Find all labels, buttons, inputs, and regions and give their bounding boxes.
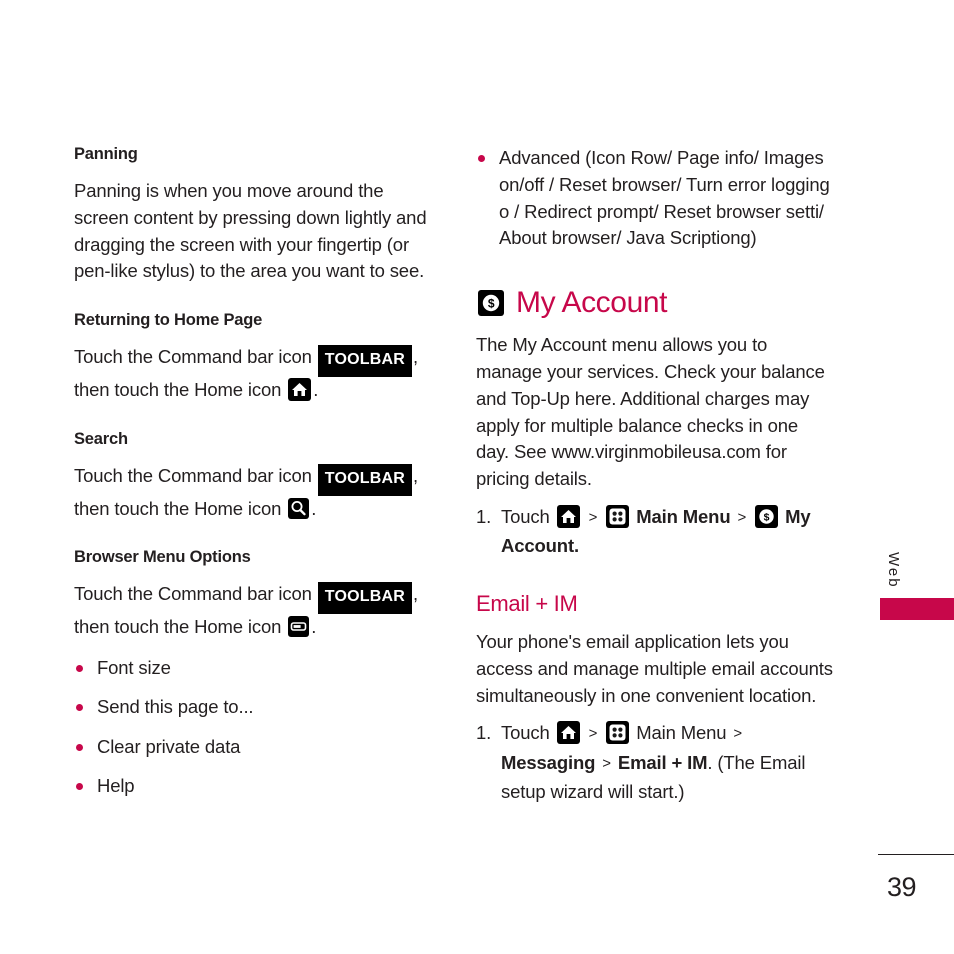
- panning-heading: Panning: [74, 145, 138, 163]
- list-item: Clear private data: [74, 734, 436, 761]
- svg-text:$: $: [764, 512, 770, 524]
- panning-body: Panning is when you move around the scre…: [74, 180, 427, 282]
- home-icon[interactable]: [288, 377, 312, 401]
- list-item: 1. Touch > Main Menu > $ My Account.: [476, 503, 836, 561]
- instruction-tail: .: [311, 497, 317, 519]
- home-icon[interactable]: [556, 504, 580, 528]
- section-search: Search Touch the Command bar icon TOOLBA…: [74, 430, 436, 523]
- step-separator: >: [602, 754, 611, 772]
- search-body: Touch the Command bar icon TOOLBAR, then…: [74, 463, 436, 523]
- my-account-body: The My Account menu allows you to manage…: [476, 334, 825, 490]
- list-item-label: Help: [97, 775, 135, 797]
- my-account-heading-label: My Account: [516, 286, 668, 320]
- section-tab-bar: [880, 598, 954, 620]
- returning-home-body: Touch the Command bar icon TOOLBAR, then…: [74, 344, 436, 404]
- instruction-lead: Touch the Command bar icon: [74, 346, 312, 368]
- main-menu-icon[interactable]: [606, 504, 630, 528]
- home-icon[interactable]: [556, 721, 580, 745]
- right-column: Advanced (Icon Row/ Page info/ Images on…: [476, 145, 836, 807]
- toolbar-chip[interactable]: TOOLBAR: [317, 463, 412, 496]
- email-im-steps: 1. Touch > Main Menu > Messaging > Email …: [476, 719, 836, 807]
- instruction-tail: .: [313, 378, 319, 400]
- browser-menu-icon[interactable]: [288, 616, 310, 638]
- list-item: Advanced (Icon Row/ Page info/ Images on…: [476, 145, 836, 252]
- list-item-label: Font size: [97, 656, 171, 678]
- instruction-tail: .: [311, 616, 317, 638]
- list-item: Help: [74, 773, 436, 800]
- step-number: 1.: [476, 505, 492, 527]
- section-tab-label: Web: [885, 552, 902, 589]
- step-separator: >: [588, 725, 598, 743]
- dollar-coin-icon: $: [478, 290, 504, 317]
- section-returning-to-home-page: Returning to Home Page Touch the Command…: [74, 311, 436, 404]
- section-my-account: $ My Account The My Account menu allows …: [476, 286, 836, 561]
- bullet-dot-icon: [76, 704, 83, 712]
- advanced-bullet-label: Advanced (Icon Row/ Page info/ Images on…: [499, 147, 830, 249]
- step-text: Main Menu: [636, 722, 727, 744]
- browser-menu-heading: Browser Menu Options: [74, 548, 251, 567]
- page-number: 39: [886, 872, 917, 902]
- dollar-coin-icon[interactable]: $: [755, 504, 779, 528]
- step-bold-text: Messaging: [501, 751, 596, 773]
- step-separator: >: [733, 725, 743, 743]
- search-icon[interactable]: [288, 497, 310, 519]
- svg-text:$: $: [488, 297, 495, 311]
- search-heading: Search: [74, 429, 128, 448]
- my-account-steps: 1. Touch > Main Menu > $ My Account.: [476, 503, 836, 561]
- my-account-heading: $ My Account: [476, 286, 836, 320]
- step-separator: >: [588, 508, 598, 526]
- browser-menu-body: Touch the Command bar icon TOOLBAR, then…: [74, 581, 436, 641]
- footer-divider: [878, 854, 954, 855]
- bullet-dot-icon: [76, 743, 83, 751]
- section-email-im: Email + IM Your phone's email applicatio…: [476, 591, 836, 807]
- step-bold-text: Email + IM: [617, 751, 708, 773]
- email-im-heading: Email + IM: [476, 590, 578, 616]
- list-item: 1. Touch > Main Menu > Messaging > Email …: [476, 719, 836, 807]
- section-browser-menu-options: Browser Menu Options Touch the Command b…: [74, 548, 436, 800]
- bullet-dot-icon: [76, 664, 83, 672]
- step-text: Touch: [501, 505, 550, 527]
- instruction-lead: Touch the Command bar icon: [74, 583, 312, 605]
- list-item: Font size: [74, 655, 436, 682]
- toolbar-chip[interactable]: TOOLBAR: [317, 345, 412, 377]
- bullet-dot-icon: [76, 783, 83, 791]
- step-number: 1.: [476, 722, 492, 744]
- manual-page: Panning Panning is when you move around …: [0, 0, 954, 954]
- bullet-dot-icon: [478, 155, 485, 162]
- list-item-label: Clear private data: [97, 735, 241, 757]
- email-im-body: Your phone's email application lets you …: [476, 630, 833, 706]
- main-menu-icon[interactable]: [606, 721, 630, 745]
- toolbar-chip[interactable]: TOOLBAR: [317, 582, 412, 615]
- instruction-lead: Touch the Command bar icon: [74, 464, 312, 486]
- list-item-label: Send this page to...: [97, 696, 254, 718]
- left-column: Panning Panning is when you move around …: [74, 145, 436, 800]
- section-panning: Panning Panning is when you move around …: [74, 145, 436, 285]
- step-separator: >: [737, 508, 747, 526]
- list-item: Send this page to...: [74, 694, 436, 721]
- returning-home-heading: Returning to Home Page: [74, 311, 263, 330]
- browser-menu-bullet-list: Font size Send this page to... Clear pri…: [74, 655, 436, 800]
- advanced-bullet-list: Advanced (Icon Row/ Page info/ Images on…: [476, 145, 836, 252]
- step-bold-text: Main Menu: [636, 505, 731, 527]
- step-text: Touch: [501, 722, 550, 744]
